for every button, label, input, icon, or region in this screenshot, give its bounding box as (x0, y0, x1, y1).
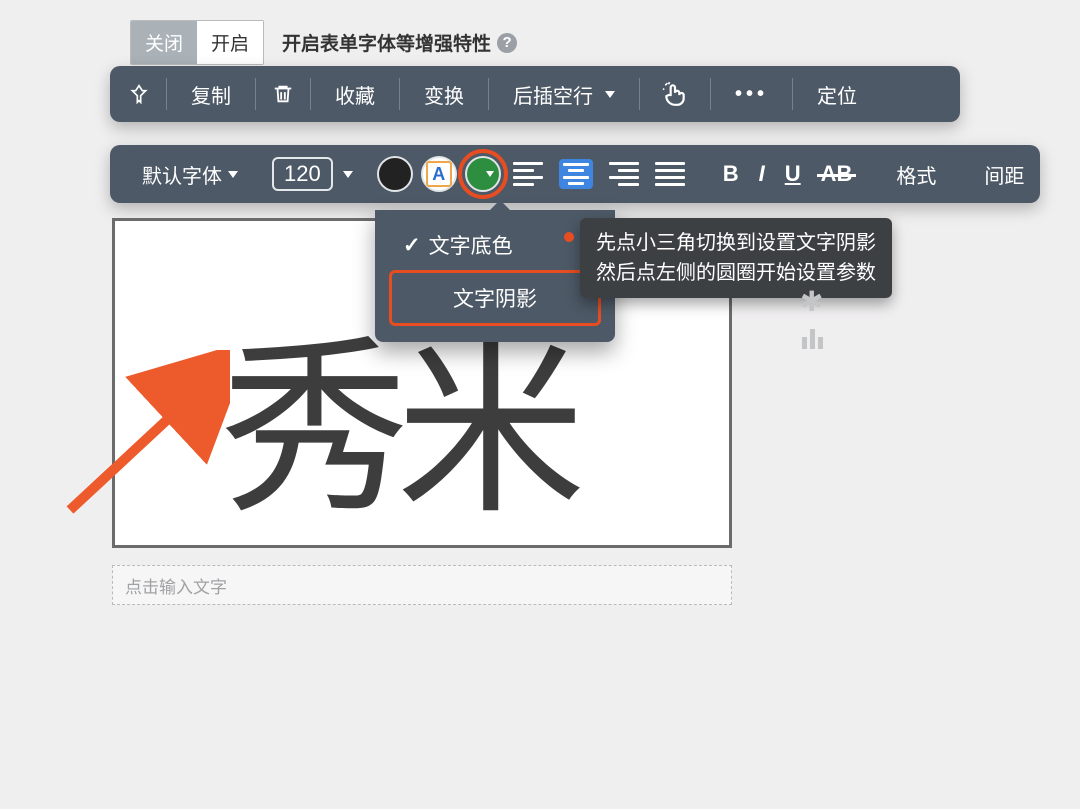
font-size-input[interactable]: 120 (272, 145, 353, 203)
dropdown-option-label: 文字底色 (429, 230, 513, 260)
font-family-select[interactable]: 默认字体 (128, 145, 252, 203)
pin-icon[interactable] (122, 66, 156, 122)
transform-button[interactable]: 变换 (410, 66, 478, 122)
dropdown-option-label: 文字阴影 (453, 283, 537, 313)
format-button[interactable]: 格式 (882, 145, 950, 203)
text-shadow-swatch[interactable] (461, 145, 505, 203)
trash-icon[interactable] (266, 66, 300, 122)
underline-button[interactable]: U (775, 145, 811, 203)
tooltip-dot-icon (564, 232, 574, 242)
text-format-toolbar: 默认字体 120 A (110, 145, 1040, 203)
placeholder-text: 点击输入文字 (125, 573, 227, 598)
tooltip-line: 先点小三角切换到设置文字阴影 (596, 228, 876, 258)
tooltip-line: 然后点左侧的圆圈开始设置参数 (596, 258, 876, 288)
divider (792, 78, 793, 110)
annotation-arrow-icon (60, 350, 230, 520)
divider (639, 78, 640, 110)
dropdown-arrow-icon (490, 200, 510, 210)
chevron-down-icon (228, 171, 238, 178)
dropdown-option-bgcolor[interactable]: 文字底色 (389, 220, 601, 270)
divider (255, 78, 256, 110)
text-highlight-swatch[interactable]: A (417, 145, 461, 203)
toggle-off-button[interactable]: 关闭 (131, 21, 197, 64)
highlight-ring (458, 149, 508, 199)
copy-button[interactable]: 复制 (177, 66, 245, 122)
shadow-dropdown: 文字底色 文字阴影 (375, 210, 615, 342)
align-center-button[interactable] (551, 145, 601, 203)
chart-icon[interactable] (800, 325, 826, 356)
chevron-down-icon (343, 171, 353, 178)
dropdown-option-shadow[interactable]: 文字阴影 (389, 270, 601, 326)
align-justify-button[interactable] (647, 145, 693, 203)
asterisk-icon[interactable]: ✱ (800, 285, 823, 318)
divider (310, 78, 311, 110)
font-size-value: 120 (284, 161, 321, 187)
gesture-icon[interactable] (650, 66, 700, 122)
feature-label-text: 开启表单字体等增强特性 (282, 29, 491, 56)
more-button[interactable]: ••• (721, 66, 782, 122)
locate-button[interactable]: 定位 (803, 66, 871, 122)
divider (710, 78, 711, 110)
text-input-placeholder[interactable]: 点击输入文字 (112, 565, 732, 605)
strikethrough-button[interactable]: AB (811, 145, 863, 203)
align-right-button[interactable] (601, 145, 647, 203)
divider (399, 78, 400, 110)
highlight-letter: A (432, 164, 445, 185)
insert-blank-button[interactable]: 后插空行 (499, 66, 629, 122)
action-toolbar: 复制 收藏 变换 后插空行 ••• 定位 (110, 66, 960, 122)
font-family-label: 默认字体 (142, 160, 222, 189)
feature-label: 开启表单字体等增强特性 ? (282, 29, 517, 56)
bold-button[interactable]: B (713, 145, 749, 203)
toggle-on-button[interactable]: 开启 (197, 21, 263, 64)
italic-button[interactable]: I (749, 145, 775, 203)
insert-blank-label: 后插空行 (513, 80, 593, 109)
text-color-swatch[interactable] (373, 145, 417, 203)
align-left-button[interactable] (505, 145, 551, 203)
divider (488, 78, 489, 110)
chevron-down-icon (605, 91, 615, 98)
divider (166, 78, 167, 110)
favorite-button[interactable]: 收藏 (321, 66, 389, 122)
spacing-button[interactable]: 间距 (970, 145, 1038, 203)
hint-tooltip: 先点小三角切换到设置文字阴影 然后点左侧的圆圈开始设置参数 (580, 218, 892, 298)
help-icon[interactable]: ? (497, 33, 517, 53)
feature-toggle[interactable]: 关闭 开启 (130, 20, 264, 65)
